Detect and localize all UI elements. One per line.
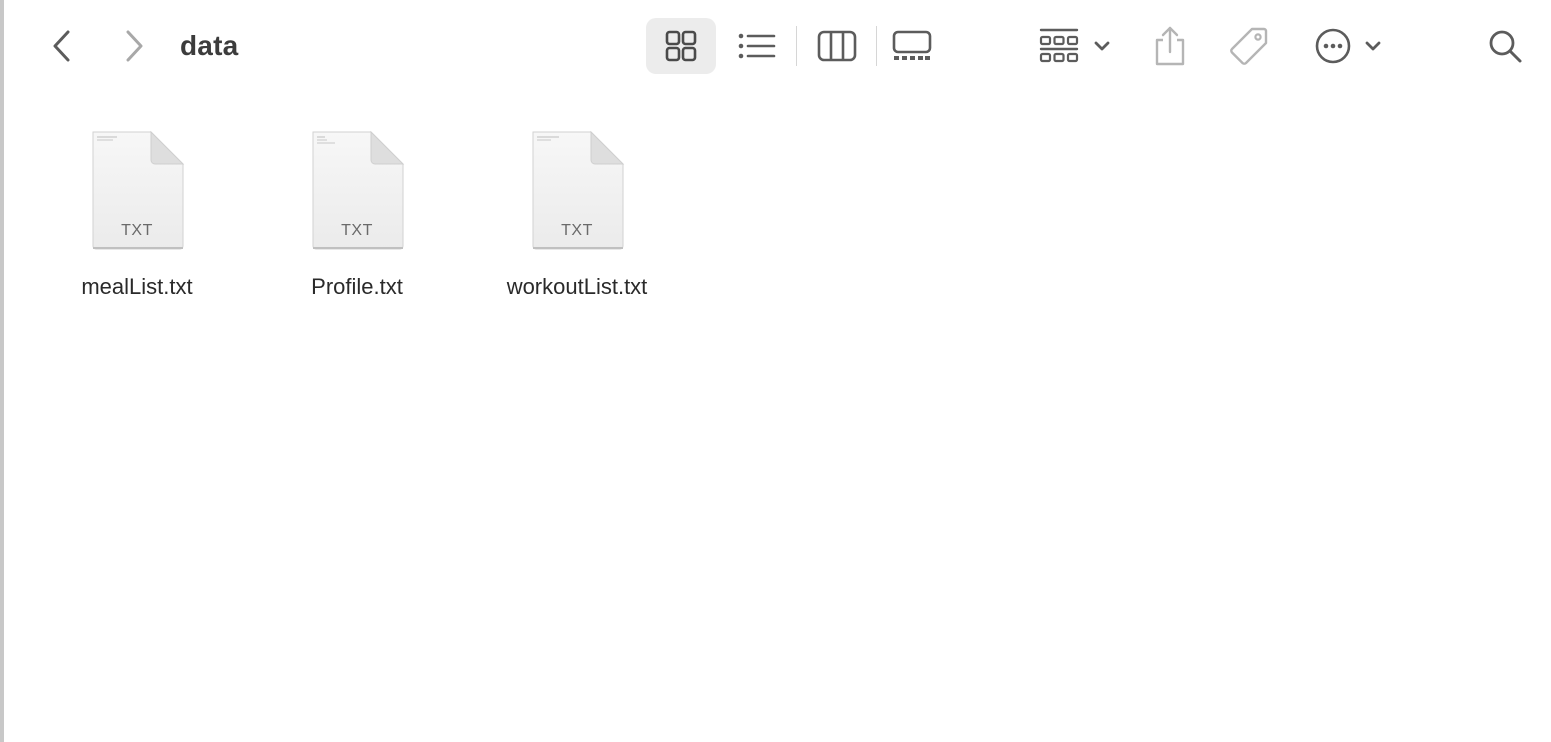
ellipsis-circle-icon [1315,28,1351,64]
search-button[interactable] [1480,20,1530,72]
column-view-button[interactable] [810,20,864,72]
gallery-view-icon [892,30,932,60]
file-name[interactable]: mealList.txt [81,274,192,300]
icon-view-icon [665,30,697,62]
group-by-button[interactable] [1034,20,1116,72]
chevron-left-icon [53,30,70,62]
chevron-right-icon [126,30,143,62]
file-extension-label: TXT [561,222,593,239]
file-item[interactable]: TXT workoutList.txt [482,128,672,308]
gallery-view-button[interactable] [884,20,940,72]
file-grid: TXT mealList.txt TXT Profile.txt TXT wor… [4,92,1551,742]
back-button[interactable] [42,26,82,66]
list-view-icon [738,33,776,59]
chevron-down-icon [1365,41,1381,51]
more-actions-button[interactable] [1308,20,1388,72]
finder-window: data TXT mealList.txt TXT Profile.txt TX… [0,0,1551,742]
toolbar-divider [876,26,877,66]
share-icon [1155,26,1185,66]
file-item[interactable]: TXT Profile.txt [262,128,452,308]
file-extension-label: TXT [121,222,153,239]
forward-button[interactable] [114,26,154,66]
toolbar-divider [796,26,797,66]
tag-icon [1230,27,1268,65]
search-icon [1489,30,1522,63]
file-name[interactable]: Profile.txt [311,274,403,300]
folder-title: data [180,30,239,61]
group-grid-icon [1039,28,1079,63]
tag-button[interactable] [1222,20,1276,72]
file-name[interactable]: workoutList.txt [507,274,648,300]
file-extension-label: TXT [341,222,373,239]
toolbar: data [4,0,1551,92]
list-view-button[interactable] [730,20,784,72]
text-file-icon: TXT [309,130,405,252]
column-view-icon [817,30,857,62]
text-file-icon: TXT [89,130,185,252]
text-file-icon: TXT [529,130,625,252]
file-item[interactable]: TXT mealList.txt [42,128,232,308]
share-button[interactable] [1146,18,1194,74]
chevron-down-icon [1094,41,1110,51]
icon-view-button[interactable] [646,18,716,74]
